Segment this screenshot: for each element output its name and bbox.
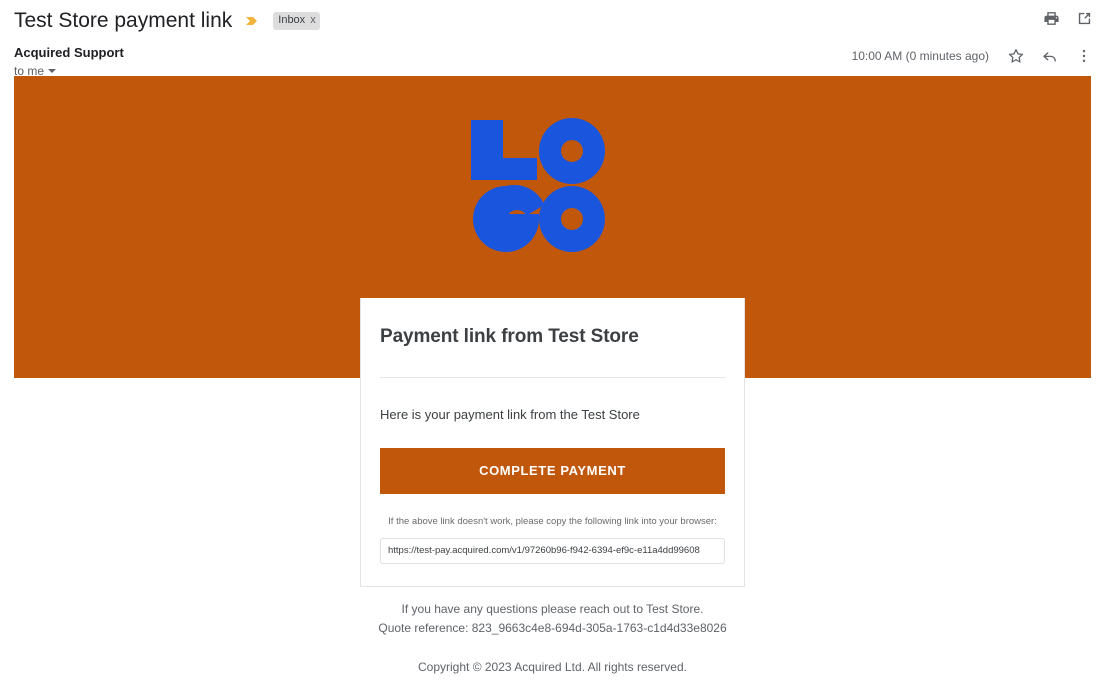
star-icon[interactable] <box>1007 47 1025 65</box>
reply-icon[interactable] <box>1041 47 1059 65</box>
subject-row: Test Store payment link Inbox x <box>0 0 1109 34</box>
chevron-down-icon[interactable] <box>48 69 57 73</box>
copy-link-helper-text: If the above link doesn't work, please c… <box>388 516 717 527</box>
footer-quote-reference: Quote reference: 823_9663c4e8-694d-305a-… <box>378 621 727 635</box>
sender-row: Acquired Support to me 10:00 AM (0 minut… <box>0 34 1109 78</box>
print-icon[interactable] <box>1042 9 1060 27</box>
email-footer: If you have any questions please reach o… <box>14 600 1091 677</box>
open-in-new-window-icon[interactable] <box>1075 9 1093 27</box>
card-title: Payment link from Test Store <box>380 326 639 347</box>
label-chip-name: Inbox <box>278 14 306 26</box>
important-arrow-icon[interactable] <box>245 14 261 28</box>
more-options-icon[interactable] <box>1075 47 1093 65</box>
header-actions <box>1042 9 1093 27</box>
logo-placeholder <box>0 118 1077 252</box>
footer-copyright: Copyright © 2023 Acquired Ltd. All right… <box>418 660 687 674</box>
close-icon[interactable]: x <box>310 13 316 28</box>
payment-card: Payment link from Test Store Here is you… <box>360 298 745 587</box>
logo-icon <box>470 118 605 252</box>
message-timestamp: 10:00 AM (0 minutes ago) <box>851 49 989 63</box>
card-bottom-spacer <box>380 564 725 586</box>
mail-header: Test Store payment link Inbox x Acquired… <box>0 0 1109 78</box>
page-title: Test Store payment link <box>14 9 233 32</box>
label-chip-inbox[interactable]: Inbox x <box>273 12 320 30</box>
footer-questions: If you have any questions please reach o… <box>401 602 704 616</box>
payment-url-input[interactable] <box>380 538 725 564</box>
complete-payment-button[interactable]: COMPLETE PAYMENT <box>380 448 725 494</box>
card-body-text: Here is your payment link from the Test … <box>380 407 640 422</box>
message-actions: 10:00 AM (0 minutes ago) <box>852 47 1093 65</box>
